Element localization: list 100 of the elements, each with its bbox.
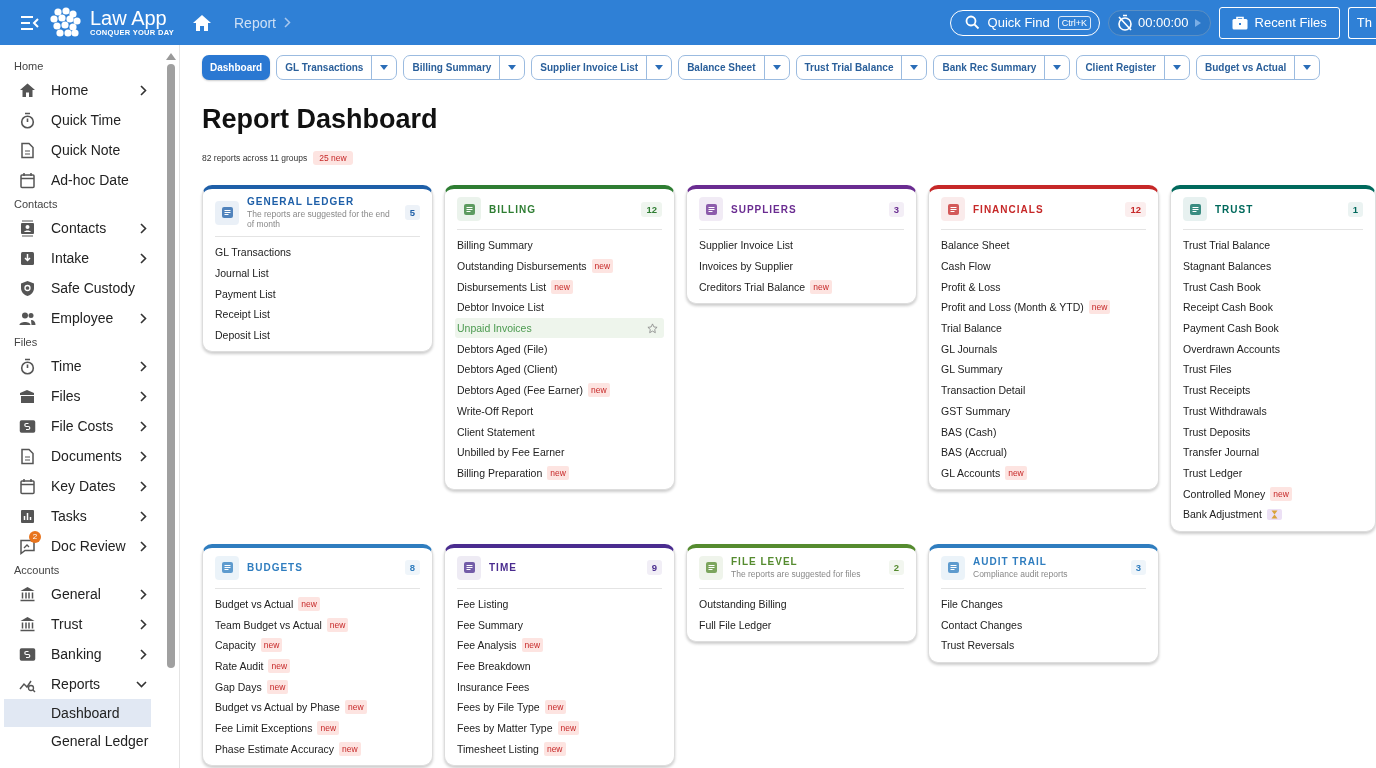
report-list-item[interactable]: Receipt Cash Book bbox=[1181, 297, 1365, 318]
report-list-item[interactable]: Transfer Journal bbox=[1181, 441, 1365, 463]
scrollbar-thumb[interactable] bbox=[166, 64, 175, 668]
report-list-item[interactable]: Fee Listing bbox=[455, 593, 664, 615]
nav-item[interactable]: Reports bbox=[4, 669, 165, 699]
report-list-item[interactable]: Outstanding Disbursements new bbox=[455, 255, 664, 277]
nav-item[interactable]: Ad-hoc Date bbox=[4, 165, 165, 195]
nav-item[interactable]: Contacts bbox=[4, 213, 165, 243]
report-list-item[interactable]: Billing Preparation new bbox=[455, 462, 664, 484]
tab[interactable]: Supplier Invoice List bbox=[531, 55, 673, 80]
report-list-item[interactable]: Trust Receipts bbox=[1181, 379, 1365, 401]
tab[interactable]: Dashboard bbox=[202, 55, 271, 80]
nav-item[interactable]: 2 Doc Review bbox=[4, 531, 165, 561]
tab[interactable]: Billing Summary bbox=[403, 55, 526, 80]
report-list-item[interactable]: Capacity new bbox=[213, 635, 422, 656]
nav-item[interactable]: Intake bbox=[4, 243, 165, 273]
report-list-item[interactable]: Payment List bbox=[213, 283, 422, 305]
report-list-item[interactable]: GL Journals bbox=[939, 338, 1148, 360]
report-list-item[interactable]: Cash Flow bbox=[939, 255, 1148, 277]
tab[interactable]: Budget vs Actual bbox=[1195, 55, 1321, 80]
toolbar-button[interactable]: Th bbox=[1347, 6, 1376, 39]
home-icon[interactable] bbox=[192, 13, 212, 32]
nav-item[interactable]: Time bbox=[4, 351, 165, 381]
report-list-item[interactable]: Trust Ledger bbox=[1181, 462, 1365, 484]
report-list-item[interactable]: Fee Summary bbox=[455, 614, 664, 635]
tab[interactable]: Trust Trial Balance bbox=[795, 55, 928, 80]
report-list-item[interactable]: Fees by File Type new bbox=[455, 697, 664, 718]
report-list-item[interactable]: Phase Estimate Accuracy new bbox=[213, 738, 422, 760]
report-list-item[interactable]: Trust Cash Book bbox=[1181, 276, 1365, 298]
report-list-item[interactable]: Budget vs Actual new bbox=[213, 593, 422, 615]
report-list-item[interactable]: Budget vs Actual by Phase new bbox=[213, 697, 422, 718]
report-list-item[interactable]: File Changes bbox=[939, 593, 1148, 615]
report-list-item[interactable]: Write-Off Report bbox=[455, 400, 664, 422]
recent-files-button[interactable]: Recent Files bbox=[1218, 6, 1340, 39]
caret-icon[interactable] bbox=[1303, 65, 1312, 70]
tab[interactable]: GL Transactions bbox=[276, 55, 398, 80]
caret-icon[interactable] bbox=[508, 65, 517, 70]
caret-icon[interactable] bbox=[772, 65, 781, 70]
report-list-item[interactable]: Unbilled by Fee Earner bbox=[455, 441, 664, 463]
nav-item[interactable]: Employee bbox=[4, 303, 165, 333]
tab[interactable]: Balance Sheet bbox=[678, 55, 790, 80]
tab[interactable]: Bank Rec Summary bbox=[933, 55, 1071, 80]
report-list-item[interactable]: Trial Balance bbox=[939, 317, 1148, 339]
report-list-item[interactable]: Debtor Invoice List bbox=[455, 297, 664, 318]
report-list-item[interactable]: Journal List bbox=[213, 262, 422, 284]
report-list-item[interactable]: Fee Limit Exceptions new bbox=[213, 717, 422, 739]
nav-item[interactable]: Safe Custody bbox=[4, 273, 165, 303]
report-list-item[interactable]: Trust Trial Balance bbox=[1181, 235, 1365, 256]
report-list-item[interactable]: BAS (Accrual) bbox=[939, 441, 1148, 463]
report-list-item[interactable]: Disbursements List new bbox=[455, 276, 664, 298]
nav-item[interactable]: Home bbox=[4, 75, 165, 105]
report-list-item[interactable]: Fees by Matter Type new bbox=[455, 717, 664, 739]
report-list-item[interactable]: GL Accounts new bbox=[939, 462, 1148, 484]
report-list-item[interactable]: GL Summary bbox=[939, 359, 1148, 380]
nav-item[interactable]: Documents bbox=[4, 441, 165, 471]
report-list-item[interactable]: Stagnant Balances bbox=[1181, 255, 1365, 277]
report-list-item[interactable]: Profit and Loss (Month & YTD) new bbox=[939, 297, 1148, 318]
star-icon[interactable] bbox=[647, 322, 658, 334]
caret-icon[interactable] bbox=[1172, 65, 1181, 70]
report-list-item[interactable]: Payment Cash Book bbox=[1181, 317, 1365, 339]
report-list-item[interactable]: Overdrawn Accounts bbox=[1181, 338, 1365, 360]
nav-item[interactable]: General bbox=[4, 579, 165, 609]
report-list-item[interactable]: BAS (Cash) bbox=[939, 421, 1148, 442]
report-list-item[interactable]: Supplier Invoice List bbox=[697, 235, 906, 256]
report-list-item[interactable]: Contact Changes bbox=[939, 614, 1148, 635]
report-list-item[interactable]: Creditors Trial Balance new bbox=[697, 276, 906, 298]
caret-icon[interactable] bbox=[910, 65, 919, 70]
report-list-item[interactable]: Balance Sheet bbox=[939, 235, 1148, 256]
report-list-item[interactable]: Bank Adjustment bbox=[1181, 503, 1365, 525]
report-list-item[interactable]: Debtors Aged (File) bbox=[455, 338, 664, 360]
report-list-item[interactable]: Profit & Loss bbox=[939, 276, 1148, 298]
report-list-item[interactable]: Client Statement bbox=[455, 421, 664, 442]
report-list-item[interactable]: Team Budget vs Actual new bbox=[213, 614, 422, 635]
report-list-item[interactable]: Invoices by Supplier bbox=[697, 255, 906, 277]
report-list-item[interactable]: Timesheet Listing new bbox=[455, 738, 664, 760]
report-list-item[interactable]: Fee Breakdown bbox=[455, 655, 664, 677]
report-list-item[interactable]: Trust Files bbox=[1181, 359, 1365, 380]
timer-control[interactable]: 00:00:00 bbox=[1107, 9, 1211, 36]
report-list-item[interactable]: Outstanding Billing bbox=[697, 593, 906, 615]
nav-item[interactable]: Trust bbox=[4, 609, 165, 639]
menu-icon[interactable] bbox=[20, 14, 40, 31]
scroll-up-icon[interactable] bbox=[165, 53, 176, 60]
caret-icon[interactable] bbox=[655, 65, 664, 70]
report-list-item[interactable]: Trust Reversals bbox=[939, 635, 1148, 656]
report-list-item[interactable]: Transaction Detail bbox=[939, 379, 1148, 401]
report-list-item[interactable]: Fee Analysis new bbox=[455, 635, 664, 656]
report-list-item[interactable]: Trust Withdrawals bbox=[1181, 400, 1365, 422]
nav-item[interactable]: Key Dates bbox=[4, 471, 165, 501]
report-list-item[interactable]: Debtors Aged (Client) bbox=[455, 359, 664, 380]
report-list-item[interactable]: Full File Ledger bbox=[697, 614, 906, 635]
nav-item[interactable]: File Costs bbox=[4, 411, 165, 441]
tab[interactable]: Client Register bbox=[1076, 55, 1190, 80]
caret-icon[interactable] bbox=[380, 65, 389, 70]
report-list-item[interactable]: Receipt List bbox=[213, 304, 422, 325]
report-list-item[interactable]: Gap Days new bbox=[213, 676, 422, 698]
report-list-item[interactable]: GST Summary bbox=[939, 400, 1148, 422]
report-list-item[interactable]: Billing Summary bbox=[455, 235, 664, 256]
nav-item[interactable]: Tasks bbox=[4, 501, 165, 531]
nav-subitem[interactable]: Dashboard bbox=[4, 699, 151, 727]
report-list-item[interactable]: Controlled Money new bbox=[1181, 483, 1365, 504]
